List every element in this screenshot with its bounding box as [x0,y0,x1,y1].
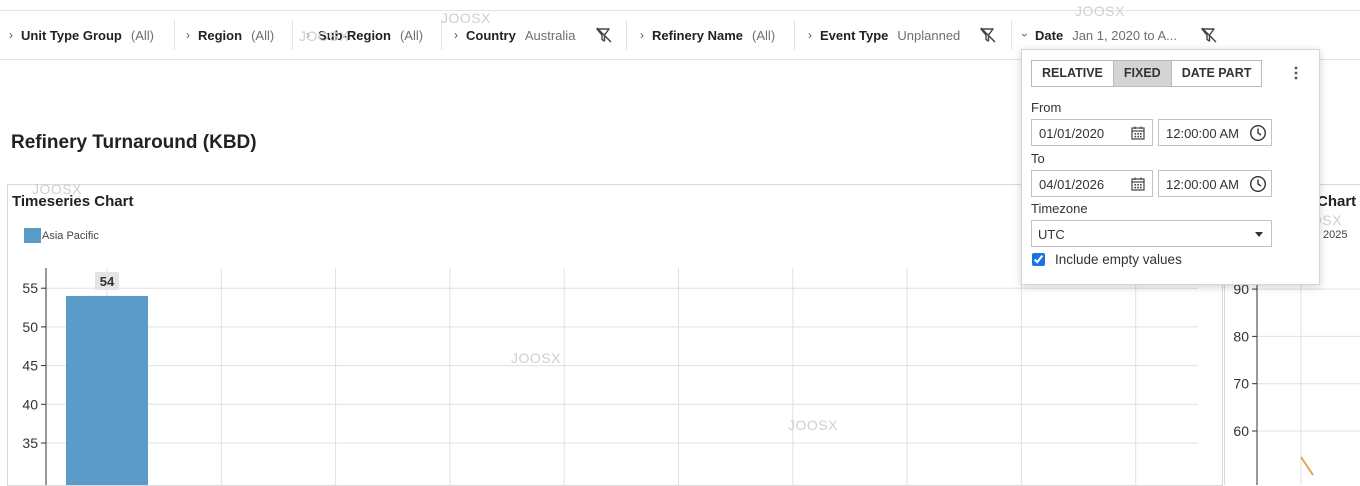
more-options-icon[interactable] [1288,64,1304,82]
filter-refinery-name[interactable]: › Refinery Name (All) [640,11,775,59]
filter-label: Refinery Name [652,27,744,43]
page-title: Refinery Turnaround (KBD) [11,132,257,153]
clock-icon[interactable] [1249,124,1267,142]
series-line [1300,456,1314,476]
chevron-down-icon: › [1018,33,1032,37]
chevron-right-icon: › [9,28,13,42]
filter-label: Region [198,27,243,43]
include-empty-checkbox-input[interactable] [1032,253,1045,266]
timezone-select[interactable]: UTC [1031,220,1272,247]
to-date-value: 04/01/2026 [1039,177,1105,192]
filter-label: Date [1035,27,1064,43]
date-filter-popover: RELATIVE FIXED DATE PART From 01/01/2020… [1021,49,1320,285]
y-tick-label: 50 [22,319,38,335]
include-empty-label: Include empty values [1055,252,1182,267]
tab-date-part[interactable]: DATE PART [1172,61,1262,86]
from-time-value: 12:00:00 AM [1166,126,1239,141]
filter-label: Unit Type Group [21,27,122,43]
filter-region[interactable]: › Region (All) [186,11,274,59]
filter-value: Australia [524,27,576,43]
clear-filter-icon[interactable] [594,25,614,45]
filter-label: Event Type [820,27,889,43]
from-date-value: 01/01/2020 [1039,126,1105,141]
chevron-right-icon: › [640,28,644,42]
data-label: 54 [100,274,115,289]
include-empty-values-checkbox[interactable]: Include empty values [1031,252,1182,267]
filter-value: (All) [752,27,776,43]
divider [626,20,627,50]
chevron-right-icon: › [808,28,812,42]
clear-filter-icon[interactable] [1199,25,1219,45]
clock-icon[interactable] [1249,175,1267,193]
y-tick-label: 60 [1233,423,1249,439]
filter-value: (All) [399,27,424,43]
chevron-right-icon: › [306,28,310,42]
chevron-right-icon: › [454,28,458,42]
divider [292,20,293,50]
y-tick-label: 80 [1233,328,1249,344]
divider [174,20,175,50]
calendar-icon[interactable] [1130,176,1146,192]
tab-relative[interactable]: RELATIVE [1032,61,1114,86]
filter-label: Sub-Region [318,27,391,43]
to-time-input[interactable]: 12:00:00 AM [1158,170,1272,197]
to-time-value: 12:00:00 AM [1166,177,1239,192]
to-label: To [1031,151,1045,166]
divider [441,20,442,50]
filter-country[interactable]: › Country Australia [454,11,575,59]
from-time-input[interactable]: 12:00:00 AM [1158,119,1272,146]
bar [66,295,148,485]
y-tick-label: 70 [1233,376,1249,392]
filter-sub-region[interactable]: › Sub-Region (All) [306,11,423,59]
clear-filter-icon[interactable] [978,25,998,45]
to-date-input[interactable]: 04/01/2026 [1031,170,1153,197]
filter-value: (All) [251,27,275,43]
filter-unit-type-group[interactable]: › Unit Type Group (All) [9,11,154,59]
filter-value: (All) [130,27,154,43]
divider [1011,20,1012,50]
filter-label: Country [466,27,516,43]
caret-down-icon [1255,232,1263,237]
y-tick-label: 35 [22,435,38,451]
timezone-label: Timezone [1031,201,1088,216]
timezone-value: UTC [1038,227,1065,242]
from-label: From [1031,100,1062,115]
y-tick-label: 55 [22,280,38,296]
date-mode-tabs: RELATIVE FIXED DATE PART [1031,60,1263,87]
y-tick-label: 40 [22,396,38,412]
chevron-right-icon: › [186,28,190,42]
tab-fixed[interactable]: FIXED [1113,61,1172,86]
filter-value: Unplanned [897,27,961,43]
filter-event-type[interactable]: › Event Type Unplanned [808,11,960,59]
y-tick-label: 45 [22,358,38,374]
calendar-icon[interactable] [1130,125,1146,141]
filter-value: Jan 1, 2020 to A... [1072,27,1177,43]
from-date-input[interactable]: 01/01/2020 [1031,119,1153,146]
divider [794,20,795,50]
